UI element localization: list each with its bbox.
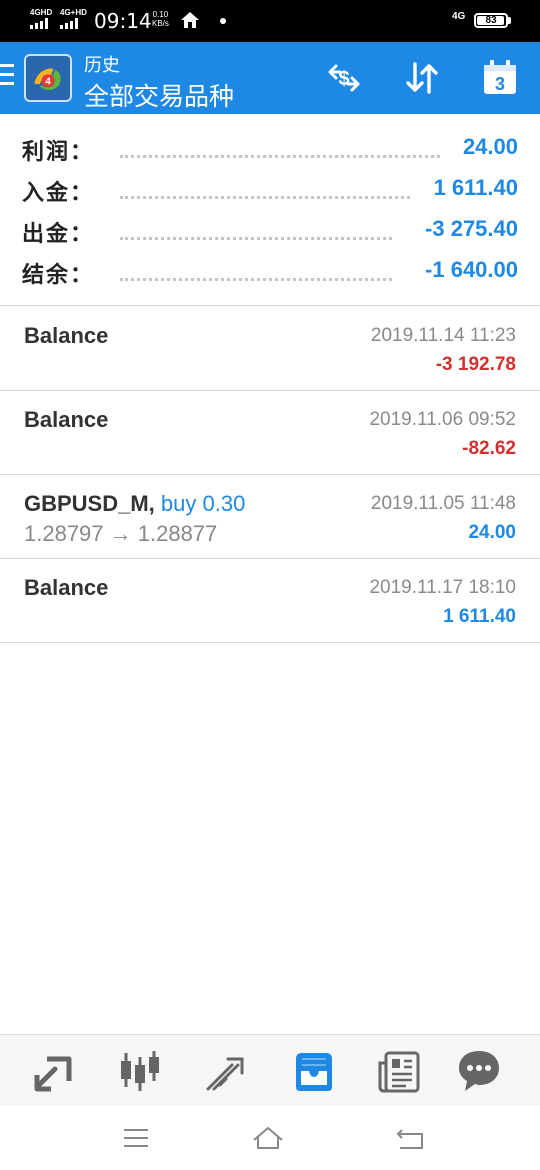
chat-icon[interactable]: [455, 1047, 503, 1095]
sim1-label: 4GHD: [30, 8, 53, 17]
record-amount: 1 611.40: [443, 606, 516, 627]
quotes-icon[interactable]: [31, 1047, 79, 1095]
calendar-day: 3: [495, 74, 505, 94]
back-icon[interactable]: [394, 1124, 426, 1152]
currency-exchange-icon[interactable]: $: [324, 58, 364, 98]
history-record[interactable]: Balance 2019.11.06 09:52 -82.62: [0, 391, 540, 475]
history-record[interactable]: Balance 2019.11.17 18:10 1 611.40: [0, 559, 540, 643]
summary-row-balance: 结余： -1 640.00: [0, 251, 540, 292]
record-amount: -3 192.78: [435, 354, 516, 375]
network-speed-unit: KB/s: [152, 19, 169, 28]
summary-row-withdrawal: 出金： -3 275.40: [0, 210, 540, 251]
mt4-logo[interactable]: 4: [24, 54, 72, 102]
summary-label: 入金：: [22, 180, 95, 205]
leader-dots: [120, 138, 440, 158]
record-date: 2019.11.06 09:52: [369, 409, 516, 430]
notification-dot: [220, 18, 226, 24]
clock: 09:14: [94, 9, 152, 33]
network-speed: 0.10 KB/s: [152, 10, 169, 28]
svg-text:4: 4: [45, 76, 51, 87]
record-action: buy 0.30: [160, 491, 246, 516]
svg-text:$: $: [338, 68, 349, 90]
sim1-signal-icon: [30, 18, 48, 29]
status-bar: 4GHD 4G+HD 09:14 0.10 KB/s 4G 83: [0, 0, 540, 42]
record-date: 2019.11.05 11:48: [370, 493, 516, 514]
history-icon[interactable]: [290, 1047, 338, 1095]
record-title: GBPUSD_M, buy 0.30: [24, 491, 245, 517]
summary-panel: 利润： 24.00 入金： 1 611.40 出金： -3 275.40 结余：…: [0, 114, 540, 306]
record-title: Balance: [24, 575, 109, 600]
news-icon[interactable]: [376, 1047, 424, 1095]
home-button-icon[interactable]: [252, 1124, 284, 1152]
record-date: 2019.11.17 18:10: [369, 577, 516, 598]
leader-dots: [120, 261, 392, 281]
battery-icon: 83: [474, 13, 508, 28]
summary-row-profit: 利润： 24.00: [0, 128, 540, 169]
sim2-label: 4G+HD: [60, 8, 87, 17]
record-symbol: GBPUSD_M,: [24, 491, 155, 516]
leader-dots: [120, 220, 392, 240]
battery-level: 83: [485, 15, 497, 26]
home-icon: [181, 12, 199, 28]
summary-label: 出金：: [22, 221, 95, 246]
summary-value: -3 275.40: [425, 216, 518, 241]
record-title: Balance: [24, 323, 109, 348]
calendar-icon[interactable]: 3: [480, 58, 520, 98]
system-navigation-bar: [0, 1106, 540, 1170]
summary-value: 24.00: [462, 134, 518, 159]
symbol-filter[interactable]: 全部交易品种: [84, 77, 234, 113]
recent-apps-icon[interactable]: [120, 1124, 152, 1152]
record-amount: 24.00: [468, 522, 516, 543]
trade-icon[interactable]: [202, 1047, 250, 1095]
chart-icon[interactable]: [116, 1047, 164, 1095]
leader-dots: [120, 179, 410, 199]
app-bar: 4 历史 全部交易品种 $ 3: [0, 42, 540, 114]
network-type: 4G: [452, 11, 466, 22]
summary-label: 利润：: [22, 139, 95, 164]
summary-value: -1 640.00: [425, 257, 518, 282]
menu-icon[interactable]: [0, 64, 16, 90]
history-record[interactable]: Balance 2019.11.14 11:23 -3 192.78: [0, 307, 540, 391]
record-date: 2019.11.14 11:23: [370, 325, 516, 346]
network-speed-value: 0.10: [152, 10, 169, 19]
bottom-tab-bar: [0, 1034, 540, 1106]
sort-icon[interactable]: [402, 58, 442, 98]
record-amount: -82.62: [462, 438, 516, 459]
summary-row-deposit: 入金： 1 611.40: [0, 169, 540, 210]
history-record[interactable]: GBPUSD_M, buy 0.30 1.28797 → 1.28877 201…: [0, 475, 540, 559]
summary-value: 1 611.40: [433, 175, 518, 200]
summary-label: 结余：: [22, 262, 95, 287]
record-prices: 1.28797 → 1.28877: [24, 521, 218, 546]
record-title: Balance: [24, 407, 109, 432]
page-title: 历史: [84, 55, 120, 75]
sim2-signal-icon: [60, 18, 78, 29]
